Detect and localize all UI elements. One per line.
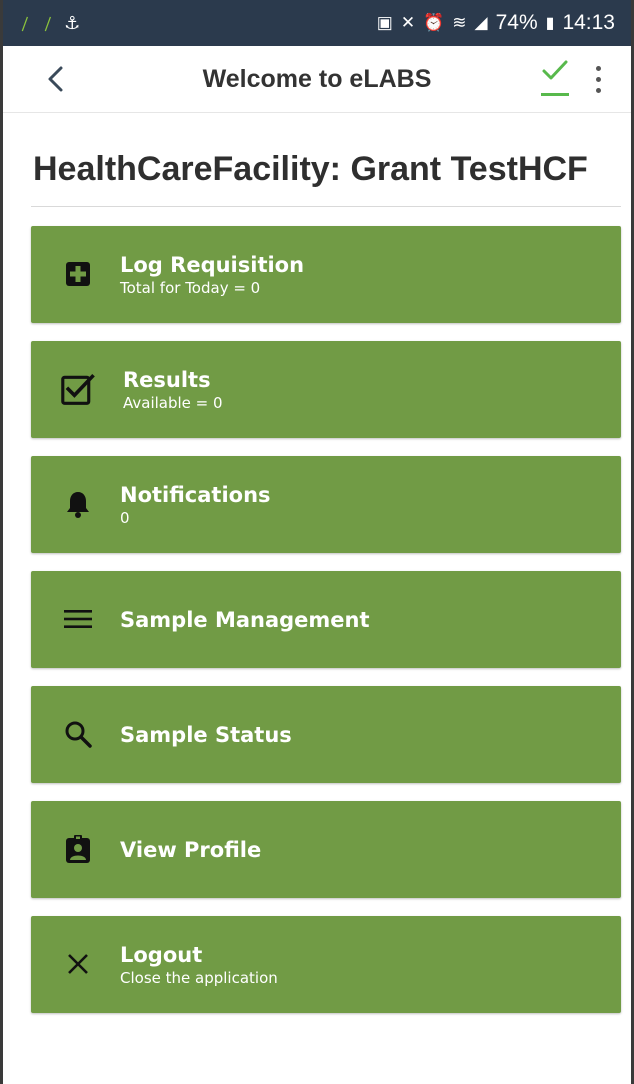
dot	[595, 87, 601, 93]
dot	[595, 65, 601, 71]
clock: 14:13	[562, 11, 615, 34]
menu-title: Notifications	[120, 482, 271, 507]
overflow-menu-button[interactable]	[583, 58, 613, 100]
confirm-button[interactable]	[535, 58, 575, 102]
facility-heading: HealthCareFacility: Grant TestHCF	[33, 150, 588, 188]
menu-sample-status[interactable]: Sample Status	[31, 686, 621, 783]
leaf-icon: ❘	[38, 12, 57, 34]
menu-lines-icon	[61, 601, 95, 637]
battery-percent: 74%	[495, 11, 538, 34]
menu-title: Results	[123, 367, 211, 392]
status-bar: ❘ ❘ ⚓ ▣ ✕ ⏰ ≋ ◢ 74% ▮ 14:13	[3, 0, 631, 46]
leaf-icon: ❘	[16, 12, 35, 34]
status-notifications: ❘ ❘ ⚓	[16, 12, 81, 34]
medical-plus-icon	[61, 256, 95, 292]
battery-icon: ▮	[545, 15, 555, 32]
wifi-icon: ≋	[452, 13, 467, 32]
menu-subtitle: Total for Today = 0	[120, 278, 261, 297]
sim-icon: ▣	[376, 13, 393, 32]
menu-view-profile[interactable]: View Profile	[31, 801, 621, 898]
menu-notifications[interactable]: Notifications 0	[31, 456, 621, 553]
checkbox-icon	[61, 371, 95, 407]
dot	[595, 76, 601, 82]
check-underline	[541, 93, 569, 96]
divider	[31, 206, 621, 207]
search-icon	[61, 716, 95, 752]
mute-icon: ✕	[400, 13, 416, 32]
usb-icon: ⚓	[64, 12, 81, 34]
menu-title: Log Requisition	[120, 252, 305, 277]
menu-subtitle: 0	[120, 508, 130, 527]
status-system: ▣ ✕ ⏰ ≋ ◢ 74% ▮ 14:13	[377, 11, 615, 35]
chevron-left-icon	[48, 66, 63, 92]
bell-icon	[61, 486, 95, 522]
menu-subtitle: Close the application	[120, 968, 278, 987]
menu-title: Logout	[120, 942, 203, 967]
app-bar: Welcome to eLABS	[3, 46, 631, 113]
menu-title: View Profile	[120, 837, 262, 862]
back-button[interactable]	[35, 58, 75, 100]
phone-screen: ❘ ❘ ⚓ ▣ ✕ ⏰ ≋ ◢ 74% ▮ 14:13 Welcome to e…	[0, 0, 634, 1084]
alarm-icon: ⏰	[423, 13, 445, 32]
menu-results[interactable]: Results Available = 0	[31, 341, 621, 438]
menu-log-requisition[interactable]: Log Requisition Total for Today = 0	[31, 226, 621, 323]
menu-logout[interactable]: Logout Close the application	[31, 916, 621, 1013]
close-icon	[61, 946, 95, 982]
menu-sample-management[interactable]: Sample Management	[31, 571, 621, 668]
menu-subtitle: Available = 0	[123, 393, 223, 412]
menu-title: Sample Management	[120, 607, 370, 632]
check-icon	[542, 60, 568, 80]
menu-title: Sample Status	[120, 722, 292, 747]
badge-icon	[61, 831, 95, 867]
signal-icon: ◢	[474, 13, 488, 32]
